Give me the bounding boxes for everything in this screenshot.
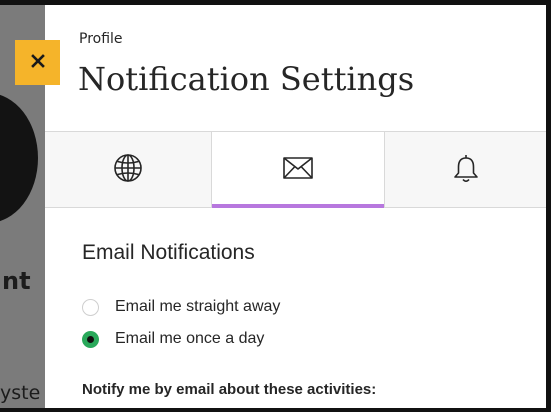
activities-heading: Notify me by email about these activitie…: [82, 381, 377, 398]
close-icon: [30, 53, 46, 73]
close-button[interactable]: [15, 40, 60, 85]
radio-checked[interactable]: [82, 330, 99, 348]
tab-email[interactable]: [212, 132, 385, 208]
window-frame-bottom: [0, 408, 551, 412]
breadcrumb: Profile: [79, 31, 123, 47]
selected-tab-indicator: [212, 204, 384, 208]
radio-label: Email me straight away: [115, 298, 281, 315]
notification-tabs: [45, 131, 546, 208]
bell-icon: [452, 152, 480, 188]
radio-label: Email me once a day: [115, 330, 265, 347]
page-title: Notification Settings: [78, 60, 415, 98]
radio-email-once-a-day[interactable]: Email me once a day: [82, 330, 264, 348]
window-frame-right: [546, 0, 551, 412]
envelope-icon: [282, 156, 314, 184]
tab-general[interactable]: [45, 132, 212, 207]
background-text: nt: [2, 267, 31, 295]
radio-email-straight-away[interactable]: Email me straight away: [82, 298, 280, 316]
background-avatar: [0, 93, 38, 223]
background-text: yste: [0, 382, 41, 404]
globe-icon: [112, 152, 144, 188]
radio-unchecked[interactable]: [82, 298, 99, 316]
section-title: Email Notifications: [82, 241, 255, 264]
tab-push[interactable]: [385, 132, 546, 207]
notification-settings-panel: Profile Notification Settings Email Noti…: [45, 5, 546, 408]
